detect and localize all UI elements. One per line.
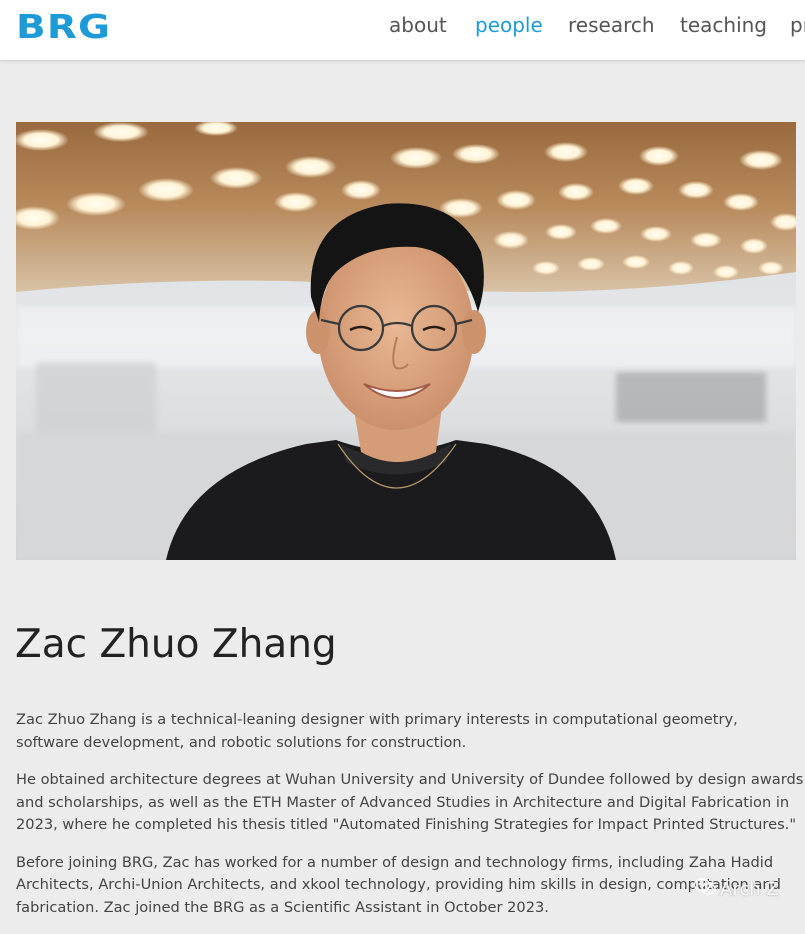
nav-item-teaching[interactable]: teaching <box>680 12 767 38</box>
nav-item-people[interactable]: people <box>475 12 543 38</box>
main-nav: about people research teaching pr <box>0 12 805 42</box>
top-navigation-bar: BRG about people research teaching pr <box>0 0 805 61</box>
nav-item-about[interactable]: about <box>389 12 447 38</box>
watermark-text: Arch Z <box>720 879 779 900</box>
wechat-icon <box>693 878 716 901</box>
person-name-heading: Zac Zhuo Zhang <box>15 622 337 667</box>
profile-photo <box>16 122 796 560</box>
nav-item-projects[interactable]: pr <box>790 12 805 38</box>
bio-paragraph: He obtained architecture degrees at Wuha… <box>16 771 804 833</box>
bio-paragraph: Zac Zhuo Zhang is a technical-leaning de… <box>16 711 738 751</box>
watermark: Arch Z <box>693 878 779 901</box>
nav-item-research[interactable]: research <box>568 12 655 38</box>
bio-paragraph: Before joining BRG, Zac has worked for a… <box>16 853 781 916</box>
biography: Zac Zhuo Zhang is a technical-leaning de… <box>16 709 804 934</box>
